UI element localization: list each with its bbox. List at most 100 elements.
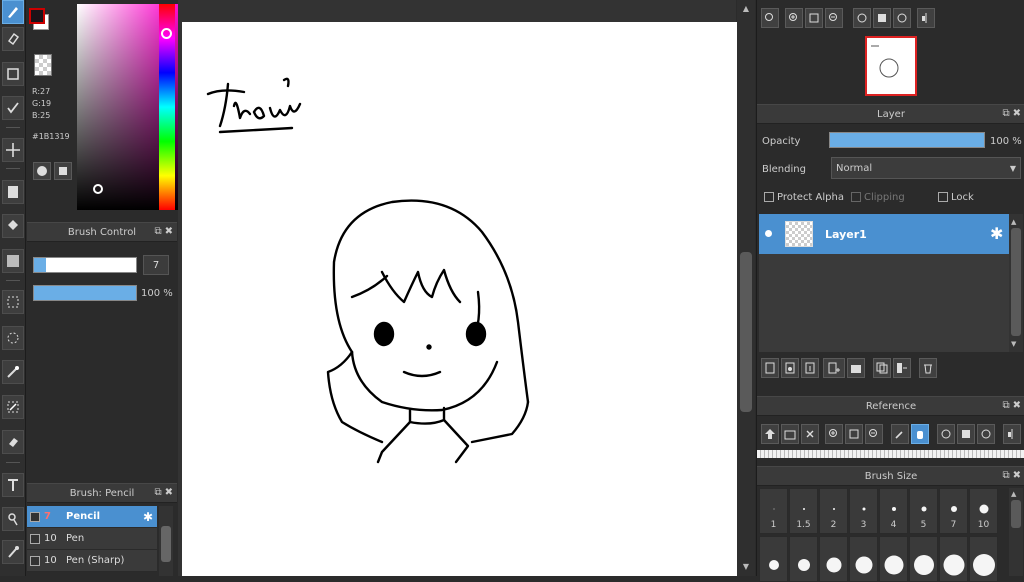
brush-size-cell[interactable] [789, 536, 818, 582]
duplicate-layer-icon[interactable] [873, 358, 891, 378]
delete-layer-icon[interactable] [919, 358, 937, 378]
popout-icon[interactable]: ⧉ [154, 226, 161, 237]
navigator-thumbnail[interactable] [865, 36, 917, 96]
brush-size-scrollbar[interactable]: ▲ [1009, 488, 1023, 576]
eyedropper-tool-icon[interactable] [2, 540, 24, 564]
foreground-color-swatch[interactable] [29, 8, 45, 24]
close-icon[interactable]: ✖ [165, 487, 173, 498]
scroll-down-icon[interactable]: ▼ [740, 562, 752, 572]
rect-tool-icon[interactable] [2, 62, 24, 86]
gradient-tool-icon[interactable] [2, 249, 24, 273]
eyedropper-icon[interactable] [891, 424, 909, 444]
protect-alpha-checkbox[interactable] [764, 192, 774, 202]
open-folder-icon[interactable] [781, 424, 799, 444]
reference-image-area[interactable] [757, 450, 1024, 458]
brush-item-pencil[interactable]: 7 Pencil ✱ [27, 506, 157, 528]
brush-size-cell[interactable] [879, 536, 908, 582]
close-icon[interactable]: ✖ [1013, 400, 1021, 411]
canvas-vertical-scrollbar[interactable]: ▲ ▼ [737, 0, 755, 576]
scroll-down-icon[interactable]: ▼ [1011, 340, 1021, 348]
close-icon[interactable]: ✖ [1013, 470, 1021, 481]
reference-load-icon[interactable] [761, 424, 779, 444]
brush-size-cell[interactable] [849, 536, 878, 582]
select-rect-tool-icon[interactable] [2, 290, 24, 314]
gear-icon[interactable]: ✱ [143, 510, 153, 524]
merge-layer-icon[interactable] [893, 358, 911, 378]
brush-size-slider[interactable] [33, 257, 137, 273]
select-pen-tool-icon[interactable] [2, 395, 24, 419]
brush-size-cell[interactable] [939, 536, 968, 582]
brush-size-cell[interactable]: 2 [819, 488, 848, 534]
transparent-color-swatch[interactable] [34, 54, 52, 76]
fit-screen-icon[interactable] [845, 424, 863, 444]
brush-size-cell[interactable]: 7 [939, 488, 968, 534]
layer-list-scrollbar[interactable]: ▲ ▼ [1009, 214, 1023, 352]
new-layer-icon[interactable] [761, 358, 779, 378]
zoom-out-icon[interactable] [825, 8, 843, 28]
new-layer-1bit-icon[interactable] [801, 358, 819, 378]
drawing-canvas[interactable] [182, 22, 737, 576]
brush-size-cell[interactable] [909, 536, 938, 582]
new-folder-icon[interactable] [847, 358, 865, 378]
eraser-tool-icon[interactable] [2, 27, 24, 51]
brush-size-cell[interactable]: 5 [909, 488, 938, 534]
brush-size-cell[interactable]: 1 [759, 488, 788, 534]
color-palette-icon[interactable] [54, 162, 72, 180]
lasso-tool-icon[interactable] [2, 326, 24, 350]
hand-icon[interactable] [911, 424, 929, 444]
hue-slider-handle[interactable] [161, 28, 172, 39]
flip-horizontal-icon[interactable] [1003, 424, 1021, 444]
move-tool-icon[interactable] [2, 138, 24, 162]
scroll-up-icon[interactable]: ▲ [1011, 490, 1021, 498]
canvas-scrollbar-thumb[interactable] [740, 252, 752, 412]
reset-view-icon[interactable] [873, 8, 891, 28]
hand-tool-icon[interactable] [2, 507, 24, 531]
brush-size-cell[interactable]: 4 [879, 488, 908, 534]
scroll-up-icon[interactable]: ▲ [1011, 218, 1021, 226]
blending-select[interactable]: Normal ▼ [831, 157, 1021, 179]
brush-size-cell[interactable]: 3 [849, 488, 878, 534]
fill-rect-tool-icon[interactable] [2, 180, 24, 204]
hue-slider[interactable] [159, 4, 175, 210]
pen-tool-icon[interactable] [2, 96, 24, 120]
new-layer-8bit-icon[interactable] [781, 358, 799, 378]
text-tool-icon[interactable] [2, 473, 24, 497]
rotate-left-icon[interactable] [937, 424, 955, 444]
color-wheel-icon[interactable] [33, 162, 51, 180]
brush-size-scroll-thumb[interactable] [1011, 500, 1021, 528]
zoom-out-icon[interactable] [865, 424, 883, 444]
brush-size-cell[interactable]: 10 [969, 488, 998, 534]
brush-size-cell[interactable]: 1.5 [789, 488, 818, 534]
gear-icon[interactable]: ✱ [990, 224, 1003, 243]
brush-list-scrollbar[interactable] [159, 506, 173, 576]
brush-opacity-slider[interactable] [33, 285, 137, 301]
sv-picker-handle[interactable] [93, 184, 103, 194]
bucket-tool-icon[interactable] [2, 214, 24, 238]
scroll-up-icon[interactable]: ▲ [740, 4, 752, 14]
rotate-right-icon[interactable] [977, 424, 995, 444]
close-icon[interactable]: ✖ [165, 226, 173, 237]
brush-size-input[interactable]: 7 [143, 255, 169, 275]
add-layer-menu-icon[interactable] [823, 358, 845, 378]
layer-scroll-thumb[interactable] [1011, 228, 1021, 336]
select-eraser-tool-icon[interactable] [2, 430, 24, 454]
brush-size-cell[interactable] [819, 536, 848, 582]
popout-icon[interactable]: ⧉ [1002, 470, 1009, 481]
brush-size-cell[interactable] [759, 536, 788, 582]
brush-item-pen-sharp[interactable]: 10 Pen (Sharp) [27, 550, 157, 572]
flip-horizontal-icon[interactable] [917, 8, 935, 28]
layer-row[interactable]: Layer1 ✱ [759, 214, 1009, 254]
brush-size-cell[interactable] [969, 536, 998, 582]
lock-checkbox[interactable] [938, 192, 948, 202]
reset-view-icon[interactable] [957, 424, 975, 444]
zoom-fit-icon[interactable] [761, 8, 779, 28]
brush-tool-icon[interactable] [2, 0, 24, 24]
close-reference-icon[interactable] [801, 424, 819, 444]
rotate-right-icon[interactable] [893, 8, 911, 28]
brush-item-pen[interactable]: 10 Pen [27, 528, 157, 550]
popout-icon[interactable]: ⧉ [1002, 108, 1009, 119]
fit-screen-icon[interactable] [805, 8, 823, 28]
layer-opacity-slider[interactable] [829, 132, 985, 148]
visibility-eye-icon[interactable] [765, 230, 772, 237]
zoom-in-icon[interactable] [785, 8, 803, 28]
